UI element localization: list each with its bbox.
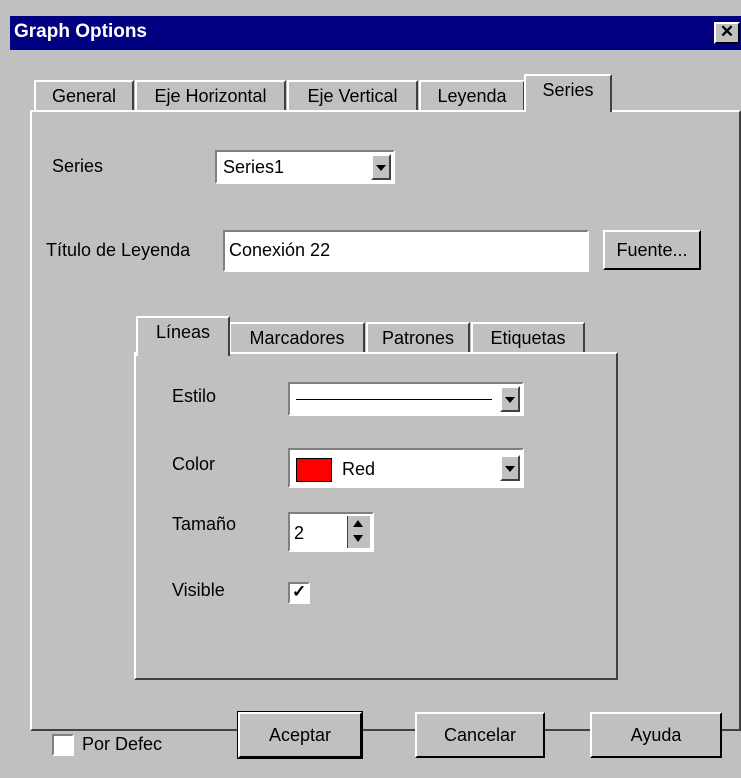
inner-tab-patrones[interactable]: Patrones <box>366 322 470 354</box>
tab-eje-horizontal[interactable]: Eje Horizontal <box>135 80 286 112</box>
chevron-down-icon[interactable] <box>371 154 391 180</box>
tab-label: Marcadores <box>249 328 345 348</box>
legend-title-input[interactable]: Conexión 22 <box>223 230 589 272</box>
chevron-down-icon[interactable] <box>500 386 520 412</box>
window-title: Graph Options <box>14 21 147 42</box>
size-value: 2 <box>294 523 305 543</box>
lines-tab-panel: Estilo Color Red Tamaño 2 Visible ✓ <box>134 352 618 680</box>
legend-title-value: Conexión 22 <box>229 240 331 260</box>
default-checkbox[interactable] <box>52 734 74 756</box>
tab-label: Eje Horizontal <box>154 86 267 106</box>
color-swatch <box>296 458 332 482</box>
line-style-preview <box>296 399 492 400</box>
help-button[interactable]: Ayuda <box>590 712 722 758</box>
tab-label: General <box>51 86 117 106</box>
cancel-label: Cancelar <box>443 725 517 745</box>
color-select-value: Red <box>342 459 376 479</box>
spinner-up-down-icon[interactable] <box>347 516 370 548</box>
accept-label: Aceptar <box>268 725 332 745</box>
tab-label: Etiquetas <box>490 328 566 348</box>
inner-tab-lineas[interactable]: Líneas <box>136 316 230 356</box>
series-select-value: Series1 <box>223 157 285 177</box>
font-button-label: Fuente... <box>616 240 688 260</box>
inner-tab-etiquetas[interactable]: Etiquetas <box>471 322 585 354</box>
tab-label: Leyenda <box>437 86 507 106</box>
help-label: Ayuda <box>630 725 682 745</box>
size-spinner[interactable]: 2 <box>288 512 374 552</box>
line-style-select[interactable] <box>288 382 524 416</box>
tab-label: Eje Vertical <box>307 86 398 106</box>
style-label: Estilo <box>172 386 217 406</box>
tab-leyenda[interactable]: Leyenda <box>419 80 525 112</box>
series-select[interactable]: Series1 <box>215 150 395 184</box>
tab-label: Líneas <box>155 322 211 342</box>
color-select[interactable]: Red <box>288 448 524 488</box>
dialog-window: Graph Options ✕ General Eje Horizontal E… <box>0 0 741 778</box>
tab-general[interactable]: General <box>34 80 134 112</box>
default-label: Por Defec <box>82 734 163 754</box>
font-button[interactable]: Fuente... <box>603 230 701 270</box>
tab-label: Patrones <box>381 328 455 348</box>
chevron-down-icon[interactable] <box>500 455 520 481</box>
close-icon: ✕ <box>719 22 735 41</box>
tab-eje-vertical[interactable]: Eje Vertical <box>287 80 418 112</box>
tab-series[interactable]: Series <box>524 74 612 112</box>
dialog-content: General Eje Horizontal Eje Vertical Leye… <box>10 50 741 778</box>
tab-label: Series <box>542 80 594 100</box>
color-label: Color <box>172 454 216 474</box>
visible-checkbox[interactable]: ✓ <box>288 582 310 604</box>
size-label: Tamaño <box>172 514 237 534</box>
accept-button[interactable]: Aceptar <box>237 711 363 759</box>
check-icon: ✓ <box>292 582 307 601</box>
cancel-button[interactable]: Cancelar <box>415 712 545 758</box>
inner-tab-marcadores[interactable]: Marcadores <box>229 322 365 354</box>
legend-title-label: Título de Leyenda <box>46 240 191 260</box>
title-bar[interactable]: Graph Options ✕ <box>10 16 741 50</box>
series-label: Series <box>52 156 104 176</box>
visible-label: Visible <box>172 580 225 600</box>
series-tab-panel: Series Series1 Título de Leyenda Conexió… <box>30 110 741 731</box>
close-button[interactable]: ✕ <box>714 22 740 44</box>
